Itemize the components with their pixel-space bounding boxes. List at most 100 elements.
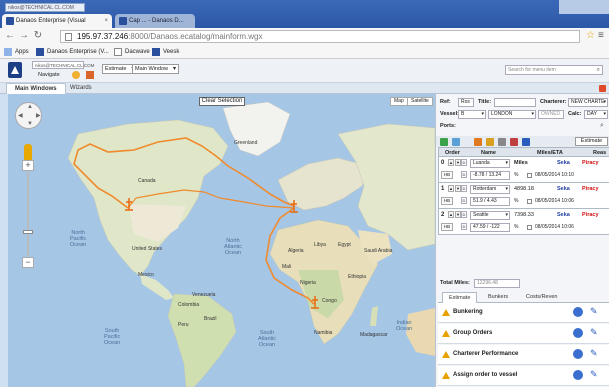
back-arrow-icon[interactable]: ← (4, 30, 16, 42)
calculate-icon[interactable] (486, 138, 494, 146)
globe-icon[interactable] (573, 370, 583, 380)
action-charterer-performance[interactable]: Charterer Performance ✎ (438, 345, 609, 365)
total-miles-field[interactable]: 12296.48 (474, 279, 520, 288)
hb-badge[interactable]: HB (441, 223, 453, 231)
tab-estimate[interactable]: Estimate (442, 292, 478, 303)
seka-link[interactable]: Seka (557, 211, 570, 220)
port-type-field[interactable]: D (461, 159, 467, 166)
window-controls[interactable] (559, 0, 609, 14)
bookmark-danaos[interactable]: Danaos Enterprise (V... (36, 46, 109, 58)
port-coordinates[interactable]: -8.78 / 13.24 (470, 171, 510, 180)
action-group-orders[interactable]: Group Orders ✎ (438, 324, 609, 344)
charterer-select[interactable]: NEW CHARTE (568, 98, 608, 107)
browser-tab-second[interactable]: Cap ... - Danaos D... (115, 14, 195, 28)
port-select[interactable]: Rotterdam (470, 185, 510, 194)
port-coordinates[interactable]: 47.59 / -122 (470, 223, 510, 232)
menu-search-input[interactable]: Search for menu item ⌕ (505, 65, 603, 75)
browser-tab-active[interactable]: Danaos Enterprise (Visual × (2, 14, 112, 28)
header-reason[interactable]: Reas (593, 149, 606, 157)
eta-checkbox[interactable] (527, 225, 532, 230)
title-field[interactable] (494, 98, 536, 107)
seka-link[interactable]: Seka (557, 159, 570, 168)
pan-up-icon[interactable]: ▲ (27, 104, 33, 110)
pencil-icon[interactable]: ✎ (590, 369, 598, 380)
pan-left-icon[interactable]: ◀ (18, 112, 23, 119)
window-select[interactable]: Main Window (132, 64, 180, 74)
navigate-label[interactable]: Navigate (38, 72, 60, 78)
browser-profile[interactable]: nikos@TECHNICAL.CL.COM (5, 3, 85, 12)
zoom-control[interactable]: + − (22, 160, 34, 268)
table-row[interactable]: 0 ▲ ▼ HB D D Luanda -8.78 / 13.24 Miles … (438, 157, 609, 183)
action-assign-order[interactable]: Assign order to vessel ✎ (438, 366, 609, 386)
calc-select[interactable]: DAY (584, 110, 608, 119)
zoom-slider-track[interactable] (27, 172, 29, 256)
zoom-slider-handle[interactable] (23, 230, 33, 234)
close-tab-icon[interactable]: × (104, 14, 108, 28)
search-icon[interactable]: ⌕ (600, 122, 604, 130)
eta-checkbox[interactable] (527, 199, 532, 204)
map-type-satellite-button[interactable]: Satellite (407, 97, 433, 106)
pencil-icon[interactable]: ✎ (590, 327, 598, 338)
search-icon[interactable]: ⌕ (597, 66, 600, 74)
home-icon[interactable] (72, 71, 80, 79)
piracy-link[interactable]: Piracy (582, 159, 599, 168)
header-order[interactable]: Order (445, 149, 460, 157)
close-window-icon[interactable] (599, 85, 606, 92)
tab-main-windows[interactable]: Main Windows (6, 83, 66, 94)
bookmark-apps[interactable]: Apps (4, 46, 29, 58)
pencil-icon[interactable]: ✎ (590, 348, 598, 359)
clear-selection-button[interactable]: Clear Selection (199, 97, 245, 106)
port-type-field[interactable]: D (461, 211, 467, 218)
piracy-link[interactable]: Piracy (582, 185, 599, 194)
globe-icon[interactable] (573, 307, 583, 317)
menu-icon[interactable]: ≡ (598, 30, 604, 41)
port-select[interactable]: Seattle (470, 211, 510, 220)
reload-icon[interactable]: ↻ (32, 30, 44, 42)
port-type-field[interactable]: D (461, 185, 467, 192)
table-row[interactable]: 2 ▲ ▼ HB D D Seattle 47.59 / -122 7398.3… (438, 209, 609, 235)
route-icon[interactable] (452, 138, 460, 146)
bookmark-dacwave[interactable]: Dacwave (114, 46, 150, 58)
port-flag-field[interactable]: D (461, 197, 467, 204)
table-row[interactable]: 1 ▲ ▼ HB D D Rotterdam 51.9 / 4.43 4898.… (438, 183, 609, 209)
piracy-link[interactable]: Piracy (582, 211, 599, 220)
move-up-icon[interactable]: ▲ (448, 159, 454, 166)
settings-icon[interactable] (498, 138, 506, 146)
port-flag-field[interactable]: D (461, 223, 467, 230)
street-view-pegman-icon[interactable] (24, 144, 32, 160)
forward-arrow-icon[interactable]: → (18, 30, 30, 42)
pan-down-icon[interactable]: ▼ (27, 121, 33, 127)
move-up-icon[interactable]: ▲ (448, 211, 454, 218)
vessel-select[interactable]: B (458, 110, 486, 119)
globe-icon[interactable] (573, 349, 583, 359)
header-name[interactable]: Name (481, 149, 496, 157)
zoom-in-button[interactable]: + (22, 160, 34, 171)
add-port-icon[interactable] (440, 138, 448, 146)
move-up-icon[interactable]: ▲ (448, 185, 454, 192)
pencil-icon[interactable]: ✎ (590, 306, 598, 317)
tab-bunkers[interactable]: Bunkers (482, 292, 514, 303)
bookmark-star-icon[interactable]: ☆ (586, 30, 595, 41)
zoom-out-button[interactable]: − (22, 257, 34, 268)
pan-control[interactable]: ▲ ▼ ◀ ▶ (15, 102, 42, 129)
tab-costs-revenue[interactable]: Costs/Reven (520, 292, 564, 303)
ref-field[interactable]: Ros (458, 98, 474, 107)
port-flag-field[interactable]: D (461, 171, 467, 178)
estimate-button[interactable]: Estimate (575, 137, 608, 146)
save-icon[interactable] (522, 138, 530, 146)
owned-field[interactable]: OWNED (538, 110, 564, 119)
port-coordinates[interactable]: 51.9 / 4.43 (470, 197, 510, 206)
header-miles-eta[interactable]: Miles/ETA (537, 149, 563, 157)
port-select[interactable]: Luanda (470, 159, 510, 168)
port-select[interactable]: LONDON (488, 110, 536, 119)
eta-checkbox[interactable] (527, 173, 532, 178)
map-view[interactable]: Map Satellite Clear Selection ▲ ▼ ◀ ▶ + … (8, 94, 435, 387)
pan-right-icon[interactable]: ▶ (36, 112, 41, 119)
edit-icon[interactable] (474, 138, 482, 146)
seka-link[interactable]: Seka (557, 185, 570, 194)
map-type-map-button[interactable]: Map (390, 97, 408, 106)
delete-icon[interactable] (510, 138, 518, 146)
action-bunkering[interactable]: Bunkering ✎ (438, 303, 609, 323)
address-bar[interactable]: 195.97.37.246:8000/Danaos.ecatalog/mainf… (60, 30, 580, 43)
tab-wizards[interactable]: Wizards (62, 83, 100, 94)
